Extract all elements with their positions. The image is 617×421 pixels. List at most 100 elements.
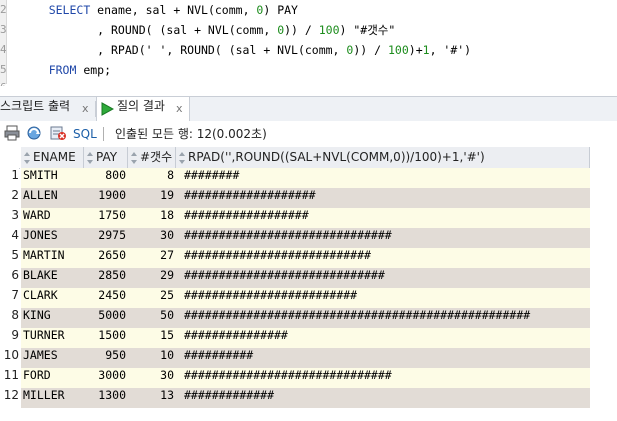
ename-cell[interactable]: BLAKE [21,268,84,288]
ename-cell[interactable]: TURNER [21,328,84,348]
row-number-cell: 3 [0,208,19,228]
pay-cell[interactable]: 2450 [84,288,128,308]
pay-cell[interactable]: 800 [84,168,128,188]
count-cell[interactable]: 18 [128,208,176,228]
row-number-cell: 8 [0,308,19,328]
count-cell[interactable]: 13 [128,388,176,408]
rpad-cell[interactable]: ############# [176,388,590,408]
sort-icon[interactable] [130,151,138,165]
count-cell[interactable]: 10 [128,348,176,368]
line-number: 2 [0,3,6,16]
count-cell[interactable]: 50 [128,308,176,328]
pay-cell[interactable]: 2650 [84,248,128,268]
count-cell[interactable]: 29 [128,268,176,288]
code-line[interactable]: , ROUND( (sal + NVL(comm, 0)) / 100) "#갯… [21,20,395,40]
ename-cell[interactable]: SMITH [21,168,84,188]
row-number-cell: 2 [0,188,19,208]
sql-keyword: SELECT [48,3,91,17]
sql-number: 100 [387,43,409,57]
count-cell[interactable]: 30 [128,368,176,388]
pay-cell[interactable]: 950 [84,348,128,368]
rpad-cell[interactable]: ############################# [176,268,590,288]
sql-number: 1 [422,43,430,57]
column-header-rpad[interactable]: RPAD('',ROUND((SAL+NVL(COMM,0))/100)+1,'… [176,147,590,169]
line-number: 3 [0,23,6,36]
table-row[interactable]: 6 BLAKE 2850 29 ############################… [0,268,590,288]
print-icon[interactable] [4,125,20,141]
pay-cell[interactable]: 3000 [84,368,128,388]
close-icon[interactable]: x [82,97,89,121]
sort-icon[interactable] [23,151,31,165]
ename-cell[interactable]: MARTIN [21,248,84,268]
close-icon[interactable]: x [176,97,183,121]
pay-cell[interactable]: 1500 [84,328,128,348]
table-row[interactable]: 11 FORD 3000 30 ############################… [0,368,590,388]
run-icon [101,102,114,116]
pay-cell[interactable]: 2850 [84,268,128,288]
sql-token: )+ [408,43,423,57]
rpad-cell[interactable]: ########################################… [176,308,590,328]
rpad-cell[interactable]: ########## [176,348,590,368]
sql-token: emp; [76,63,112,77]
rpad-cell[interactable]: ############### [176,328,590,348]
ename-cell[interactable]: ALLEN [21,188,84,208]
rpad-cell[interactable]: ################## [176,208,590,228]
count-cell[interactable]: 15 [128,328,176,348]
table-row[interactable]: 3 WARD 1750 18 ################## [0,208,590,228]
row-number-cell: 10 [0,348,19,368]
pay-cell[interactable]: 1750 [84,208,128,228]
tab-label: 질의 결과 [117,99,165,113]
count-cell[interactable]: 25 [128,288,176,308]
column-header-pay[interactable]: PAY [84,147,128,169]
ename-cell[interactable]: CLARK [21,288,84,308]
code-line[interactable]: , RPAD(' ', ROUND( (sal + NVL(comm, 0)) … [21,40,471,60]
row-number-cell: 12 [0,388,19,408]
ename-cell[interactable]: MILLER [21,388,84,408]
count-cell[interactable]: 27 [128,248,176,268]
rpad-cell[interactable]: ################### [176,188,590,208]
column-header-ename[interactable]: ENAME [21,147,84,169]
ename-cell[interactable]: KING [21,308,84,328]
row-number-cell: 5 [0,248,19,268]
count-cell[interactable]: 8 [128,168,176,188]
ename-cell[interactable]: JAMES [21,348,84,368]
column-header-count[interactable]: #갯수 [128,147,176,169]
table-row[interactable]: 7 CLARK 2450 25 ######################### [0,288,590,308]
sql-token: ename, sal + NVL(comm, [90,3,257,17]
rpad-cell[interactable]: ############################## [176,368,590,388]
table-row[interactable]: 2 ALLEN 1900 19 ################### [0,188,590,208]
code-line[interactable]: FROM emp; [21,60,111,80]
count-cell[interactable]: 19 [128,188,176,208]
sql-token: , ROUND( (sal + NVL(comm, [21,23,278,37]
ename-cell[interactable]: FORD [21,368,84,388]
ename-cell[interactable]: JONES [21,228,84,248]
count-cell[interactable]: 30 [128,228,176,248]
pay-cell[interactable]: 1900 [84,188,128,208]
sql-link[interactable]: SQL [73,125,97,143]
ename-cell[interactable]: WARD [21,208,84,228]
rpad-cell[interactable]: ######## [176,168,590,188]
pay-cell[interactable]: 2975 [84,228,128,248]
table-row[interactable]: 1 SMITH 800 8 ######## [0,168,590,188]
line-number: 4 [0,43,6,56]
pay-cell[interactable]: 5000 [84,308,128,328]
sql-editor[interactable]: 2 3 4 5 6 SELECT ename, sal + NVL(comm, … [0,0,617,86]
table-row[interactable]: 5 MARTIN 2650 27 ########################### [0,248,590,268]
pay-cell[interactable]: 1300 [84,388,128,408]
table-row[interactable]: 4 JONES 2975 30 ############################… [0,228,590,248]
table-row[interactable]: 10 JAMES 950 10 ########## [0,348,590,368]
fetch-status: 인출된 모든 행: 12(0.002초) [115,127,267,141]
table-row[interactable]: 8 KING 5000 50 #############################… [0,308,590,328]
refresh-icon[interactable] [26,125,42,141]
sort-icon[interactable] [86,151,94,165]
table-row[interactable]: 12 MILLER 1300 13 ############# [0,388,590,408]
code-line[interactable]: SELECT ename, sal + NVL(comm, 0) PAY [21,0,298,20]
rpad-cell[interactable]: ############################## [176,228,590,248]
rpad-cell[interactable]: ########################### [176,248,590,268]
rpad-cell[interactable]: ######################### [176,288,590,308]
cancel-query-icon[interactable] [50,125,66,141]
sort-icon[interactable] [178,151,186,165]
table-row[interactable]: 9 TURNER 1500 15 ############### [0,328,590,348]
sql-token: , '#') [429,43,472,57]
